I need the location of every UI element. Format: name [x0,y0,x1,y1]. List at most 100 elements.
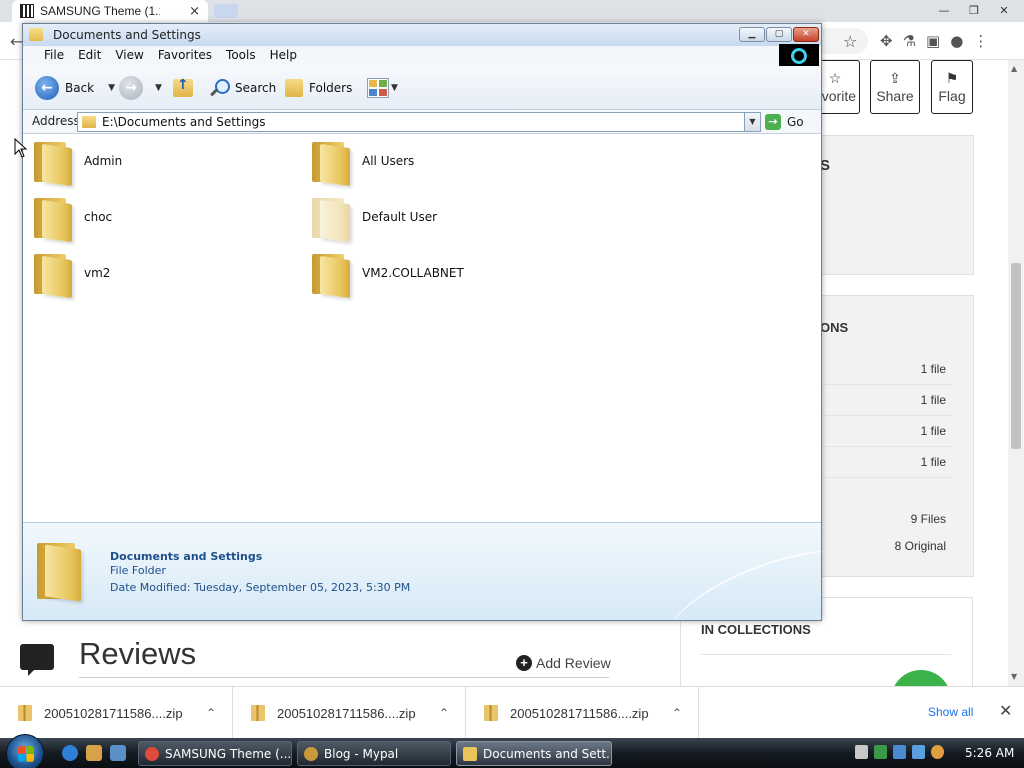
chevron-down-icon[interactable]: ▼ [744,113,760,131]
taskbar-button[interactable]: Documents and Sett... [456,741,612,766]
back-button[interactable]: ← Back ▼ [35,74,115,102]
divider [701,654,951,655]
menu-favorites[interactable]: Favorites [151,46,219,66]
explorer-toolbar: ← Back ▼ → ▼ Search Folders ▼ [23,66,821,110]
views-button[interactable]: ▼ [367,74,398,102]
taskbar: SAMSUNG Theme (... Blog - Mypal Document… [0,734,1024,768]
menu-file[interactable]: File [37,46,71,66]
tray-icon[interactable] [855,745,868,759]
browser-tab[interactable]: SAMSUNG Theme (1.1 × [12,0,208,22]
add-review-label: Add Review [536,655,611,671]
folder-icon [310,250,354,299]
address-input[interactable]: E:\Documents and Settings ▼ [77,112,761,132]
share-button[interactable]: ⇪ Share [870,60,920,114]
download-filename: 200510281711586....zip [277,705,416,721]
chevron-down-icon[interactable]: ▼ [391,83,398,93]
close-window-button[interactable]: ✕ [990,2,1018,18]
file-row: 1 file [820,354,952,385]
tab-close-icon[interactable]: × [189,4,200,19]
taskbar-button[interactable]: Blog - Mypal [297,741,451,766]
download-bar: 200510281711586....zip ⌃ 200510281711586… [0,686,1024,739]
download-filename: 200510281711586....zip [510,705,649,721]
folder-icon [463,746,477,761]
search-label: Search [235,81,277,95]
details-date: Date Modified: Tuesday, September 05, 20… [110,581,411,594]
go-button[interactable]: → Go [765,112,815,132]
folder-item[interactable]: All Users [310,136,570,187]
ie-icon[interactable] [62,745,78,761]
back-label: Back [65,81,95,95]
folder-item[interactable]: choc [32,192,292,243]
search-button[interactable]: Search [209,74,276,102]
chevron-down-icon[interactable]: ▼ [108,83,115,93]
site-favicon-icon [20,4,34,18]
show-desktop-icon[interactable] [110,745,126,761]
chevron-up-icon[interactable]: ⌃ [672,706,682,720]
folder-item[interactable]: Admin [32,136,292,187]
taskbar-label: Blog - Mypal [324,746,399,761]
decorative-swoosh [655,527,821,620]
zip-file-icon [484,705,498,721]
lab-flask-icon[interactable]: ⚗ [903,32,916,50]
menu-view[interactable]: View [108,46,150,66]
go-arrow-icon: → [765,114,781,130]
tray-icon[interactable] [893,745,906,759]
add-review-button[interactable]: + Add Review [516,655,611,671]
up-folder-button[interactable] [173,74,193,102]
scroll-thumb[interactable] [1011,263,1021,449]
tray-icon[interactable] [912,745,925,759]
search-icon[interactable] [931,745,944,759]
back-arrow-icon: ← [35,76,59,100]
explorer-titlebar[interactable]: Documents and Settings ▁ ▢ ✕ [23,24,821,46]
minimize-button[interactable]: — [930,2,958,18]
forward-button[interactable]: → ▼ [119,74,162,102]
chevron-up-icon[interactable]: ⌃ [206,706,216,720]
chevron-down-icon[interactable]: ▼ [155,83,162,93]
folder-icon [32,194,76,243]
flag-icon: ⚑ [945,70,959,86]
minimize-button[interactable]: ▁ [739,27,765,42]
chevron-up-icon[interactable]: ⌃ [439,706,449,720]
bookmark-star-icon[interactable]: ☆ [843,32,857,51]
profile-icon[interactable]: ● [950,32,963,50]
browser-titlebar: SAMSUNG Theme (1.1 × — ❐ ✕ [0,0,1024,22]
files-total: 9 Files [910,512,946,526]
extensions-puzzle-icon[interactable]: ✥ [880,32,893,50]
download-item[interactable]: 200510281711586....zip ⌃ [0,687,233,739]
address-label: Address [32,114,80,128]
page-scrollbar[interactable]: ▲ ▼ [1008,60,1024,686]
menu-tools[interactable]: Tools [219,46,263,66]
show-all-link[interactable]: Show all [928,705,973,719]
download-item[interactable]: 200510281711586....zip ⌃ [233,687,466,739]
share-icon: ⇪ [889,70,901,86]
explorer-window: Documents and Settings ▁ ▢ ✕ File Edit V… [22,23,822,621]
taskbar-button[interactable]: SAMSUNG Theme (... [138,741,292,766]
clock[interactable]: 5:26 AM [965,746,1014,760]
file-row: 1 file [820,385,952,416]
folder-item[interactable]: vm2 [32,248,292,299]
maximize-button[interactable]: ▢ [766,27,792,42]
folder-item[interactable]: VM2.COLLABNET [310,248,570,299]
scroll-up-icon[interactable]: ▲ [1011,64,1017,73]
address-bar: Address E:\Documents and Settings ▼ → Go [23,110,821,134]
start-button[interactable] [6,734,44,768]
new-tab-button[interactable] [214,4,238,18]
folders-button[interactable]: Folders [285,74,352,102]
scroll-down-icon[interactable]: ▼ [1011,672,1017,681]
restore-button[interactable]: ❐ [960,2,988,18]
folder-name: Admin [84,154,123,168]
flag-button[interactable]: ⚑ Flag [931,60,973,114]
zip-file-icon [18,705,32,721]
side-panel-icon[interactable]: ▣ [926,32,940,50]
menu-help[interactable]: Help [263,46,304,66]
flag-label: Flag [938,88,966,104]
close-icon[interactable]: ✕ [999,701,1012,720]
quicklaunch-app-icon[interactable] [86,745,102,761]
close-button[interactable]: ✕ [793,27,819,42]
plus-circle-icon: + [516,655,532,671]
network-icon[interactable] [874,745,887,759]
folder-item[interactable]: Default User [310,192,570,243]
download-item[interactable]: 200510281711586....zip ⌃ [466,687,699,739]
menu-edit[interactable]: Edit [71,46,108,66]
menu-kebab-icon[interactable]: ⋮ [973,32,988,50]
